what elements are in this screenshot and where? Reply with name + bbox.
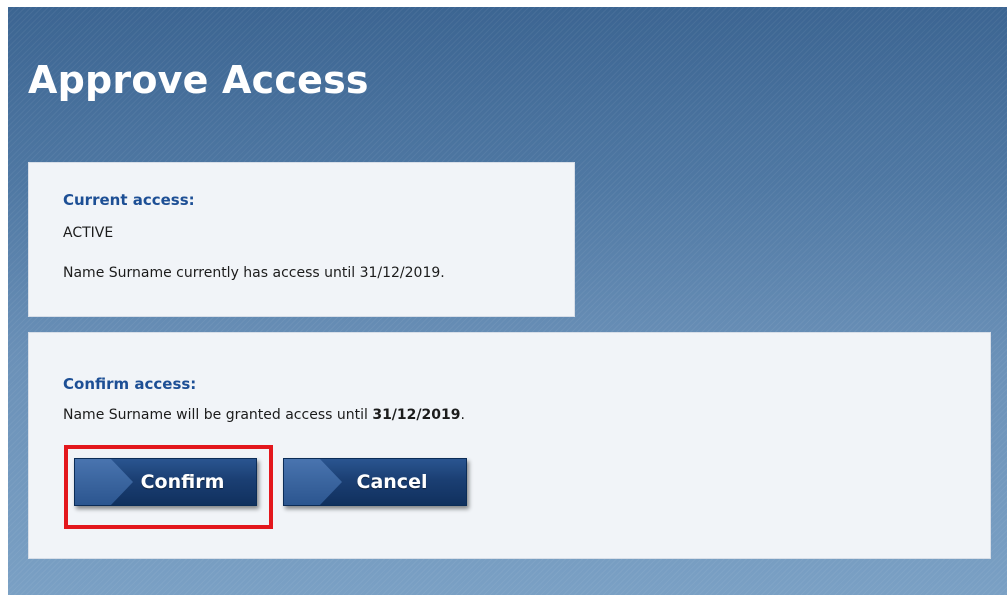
- page-title: Approve Access: [28, 58, 369, 102]
- cancel-button[interactable]: Cancel: [283, 458, 467, 506]
- current-access-description: Name Surname currently has access until …: [63, 265, 445, 281]
- approve-access-page: Approve Access Current access: ACTIVE Na…: [8, 7, 1007, 595]
- current-access-heading: Current access:: [63, 191, 195, 209]
- confirm-access-description-prefix: Name Surname will be granted access unti…: [63, 407, 373, 423]
- confirm-access-heading: Confirm access:: [63, 375, 197, 393]
- confirm-access-panel: Confirm access: Name Surname will be gra…: [28, 332, 991, 559]
- confirm-button-label: Confirm: [140, 471, 225, 493]
- confirm-access-description-suffix: .: [460, 407, 465, 423]
- cancel-button-label: Cancel: [356, 471, 428, 493]
- current-access-panel: Current access: ACTIVE Name Surname curr…: [28, 162, 575, 317]
- confirm-access-date: 31/12/2019: [372, 407, 461, 423]
- confirm-access-description: Name Surname will be granted access unti…: [63, 407, 465, 423]
- confirm-button[interactable]: Confirm: [74, 458, 257, 506]
- current-access-status: ACTIVE: [63, 225, 114, 241]
